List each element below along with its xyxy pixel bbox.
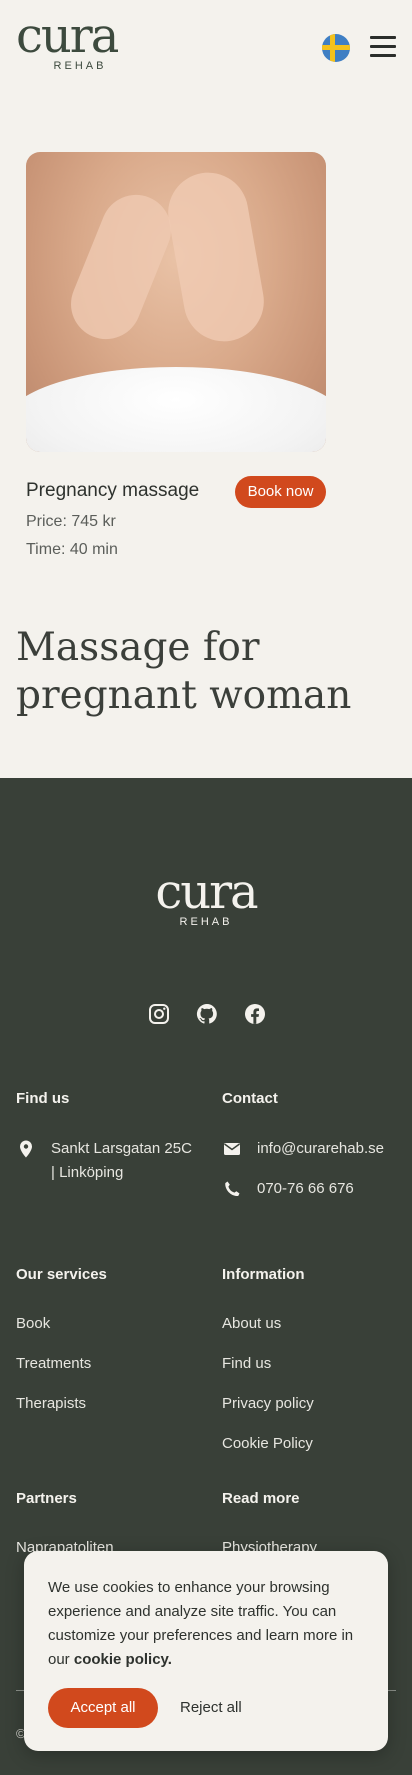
cookie-policy-link[interactable]: cookie policy. (74, 1651, 172, 1668)
address-line-1[interactable]: Sankt Larsgatan 25C (51, 1140, 192, 1157)
footer-logo-word: cura (155, 864, 258, 920)
logo-word: cura (16, 8, 119, 64)
footer-link-book[interactable]: Book (16, 1315, 50, 1332)
contact-email[interactable]: info@curarehab.se (257, 1140, 384, 1157)
social-links (147, 1002, 267, 1026)
footer-link-find-us[interactable]: Find us (222, 1355, 271, 1372)
contact-heading: Contact (222, 1090, 278, 1107)
reject-all-button[interactable]: Reject all (180, 1688, 270, 1728)
page-headline: Massage for pregnant woman (16, 625, 352, 718)
service-title: Pregnancy massage (26, 480, 200, 501)
facebook-icon[interactable] (243, 1002, 267, 1026)
footer-link-treatments[interactable]: Treatments (16, 1355, 91, 1372)
instagram-icon[interactable] (147, 1002, 171, 1026)
address-line-2[interactable]: | Linköping (51, 1164, 123, 1181)
site-header: cura REHAB (0, 0, 412, 90)
footer-link-about-us[interactable]: About us (222, 1315, 281, 1332)
information-heading: Information (222, 1266, 305, 1283)
cookie-message: We use cookies to enhance your browsing … (48, 1576, 368, 1672)
massage-image (26, 152, 326, 452)
book-now-button[interactable]: Book now (235, 476, 326, 508)
hamburger-menu-icon[interactable] (370, 36, 396, 58)
our-services-heading: Our services (16, 1266, 107, 1283)
footer-logo[interactable]: cura REHAB (140, 864, 272, 936)
cura-rehab-logo[interactable]: cura REHAB (16, 8, 146, 78)
phone-icon (225, 1181, 240, 1197)
footer-link-privacy-policy[interactable]: Privacy policy (222, 1395, 314, 1412)
service-time: Time: 40 min (26, 541, 118, 558)
mail-icon (224, 1143, 240, 1155)
footer-link-cookie-policy[interactable]: Cookie Policy (222, 1435, 313, 1452)
find-us-heading: Find us (16, 1090, 70, 1107)
service-price: Price: 745 kr (26, 513, 116, 530)
partners-heading: Partners (16, 1490, 77, 1507)
sweden-flag-icon[interactable] (322, 34, 350, 62)
cookie-banner: We use cookies to enhance your browsing … (24, 1551, 388, 1751)
contact-phone[interactable]: 070-76 66 676 (257, 1180, 354, 1197)
read-more-heading: Read more (222, 1490, 300, 1507)
accept-all-button[interactable]: Accept all (48, 1688, 158, 1728)
location-pin-icon (20, 1140, 32, 1158)
footer-link-therapists[interactable]: Therapists (16, 1395, 86, 1412)
github-icon[interactable] (195, 1002, 219, 1026)
